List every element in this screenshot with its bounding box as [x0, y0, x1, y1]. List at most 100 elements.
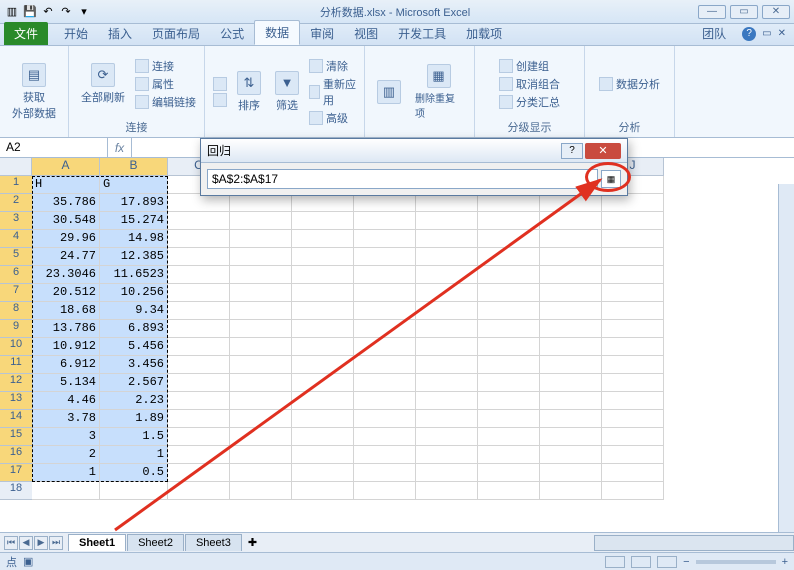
close-button[interactable]: ✕	[762, 5, 790, 19]
cell-J8[interactable]	[602, 302, 664, 320]
cell-I2[interactable]	[540, 194, 602, 212]
cell-F11[interactable]	[354, 356, 416, 374]
remove-duplicates-button[interactable]: ▦删除重复项	[411, 62, 466, 122]
row-header-2[interactable]: 2	[0, 194, 32, 212]
cell-C7[interactable]	[168, 284, 230, 302]
cell-D13[interactable]	[230, 392, 292, 410]
cell-G8[interactable]	[416, 302, 478, 320]
cell-G7[interactable]	[416, 284, 478, 302]
cell-D17[interactable]	[230, 464, 292, 482]
cell-I18[interactable]	[540, 482, 602, 500]
cell-I10[interactable]	[540, 338, 602, 356]
cell-F16[interactable]	[354, 446, 416, 464]
cell-E11[interactable]	[292, 356, 354, 374]
cell-E4[interactable]	[292, 230, 354, 248]
maximize-button[interactable]: ▭	[730, 5, 758, 19]
cell-G12[interactable]	[416, 374, 478, 392]
tab-data[interactable]: 数据	[254, 20, 300, 45]
cell-A5[interactable]: 24.77	[32, 248, 100, 266]
cell-D2[interactable]	[230, 194, 292, 212]
cell-C12[interactable]	[168, 374, 230, 392]
cell-A13[interactable]: 4.46	[32, 392, 100, 410]
cell-E10[interactable]	[292, 338, 354, 356]
cell-A3[interactable]: 30.548	[32, 212, 100, 230]
sheet-nav-first[interactable]: ⏮	[4, 536, 18, 550]
cell-B13[interactable]: 2.23	[100, 392, 168, 410]
cell-B16[interactable]: 1	[100, 446, 168, 464]
cell-H7[interactable]	[478, 284, 540, 302]
cell-D16[interactable]	[230, 446, 292, 464]
cell-B4[interactable]: 14.98	[100, 230, 168, 248]
cell-C4[interactable]	[168, 230, 230, 248]
cell-H13[interactable]	[478, 392, 540, 410]
cell-A2[interactable]: 35.786	[32, 194, 100, 212]
redo-icon[interactable]: ↷	[58, 4, 74, 20]
cell-I8[interactable]	[540, 302, 602, 320]
row-header-14[interactable]: 14	[0, 410, 32, 428]
help-icon[interactable]: ?	[742, 27, 756, 41]
cell-H6[interactable]	[478, 266, 540, 284]
cell-E3[interactable]	[292, 212, 354, 230]
sheet-nav-prev[interactable]: ◀	[19, 536, 33, 550]
sheet-tab-1[interactable]: Sheet1	[68, 534, 126, 551]
cell-B9[interactable]: 6.893	[100, 320, 168, 338]
cell-B15[interactable]: 1.5	[100, 428, 168, 446]
row-header-11[interactable]: 11	[0, 356, 32, 374]
cell-I13[interactable]	[540, 392, 602, 410]
cell-C8[interactable]	[168, 302, 230, 320]
sheet-nav-next[interactable]: ▶	[34, 536, 48, 550]
row-header-16[interactable]: 16	[0, 446, 32, 464]
cell-F5[interactable]	[354, 248, 416, 266]
cell-B7[interactable]: 10.256	[100, 284, 168, 302]
sheet-tab-3[interactable]: Sheet3	[185, 534, 242, 551]
reapply-button[interactable]: 重新应用	[309, 76, 356, 108]
cell-I15[interactable]	[540, 428, 602, 446]
tab-page-layout[interactable]: 页面布局	[142, 22, 210, 45]
zoom-in-button[interactable]: +	[782, 556, 788, 568]
cell-H17[interactable]	[478, 464, 540, 482]
sort-asc-button[interactable]	[213, 77, 227, 91]
cell-I7[interactable]	[540, 284, 602, 302]
cell-A6[interactable]: 23.3046	[32, 266, 100, 284]
horizontal-scrollbar[interactable]	[594, 535, 794, 551]
sheet-nav-last[interactable]: ⏭	[49, 536, 63, 550]
row-header-9[interactable]: 9	[0, 320, 32, 338]
cell-E5[interactable]	[292, 248, 354, 266]
cell-B18[interactable]	[100, 482, 168, 500]
cell-H14[interactable]	[478, 410, 540, 428]
edit-links-button[interactable]: 编辑链接	[135, 94, 196, 110]
cell-H3[interactable]	[478, 212, 540, 230]
row-header-13[interactable]: 13	[0, 392, 32, 410]
cell-C2[interactable]	[168, 194, 230, 212]
dialog-help-button[interactable]: ?	[561, 143, 583, 159]
cell-A10[interactable]: 10.912	[32, 338, 100, 356]
cell-B12[interactable]: 2.567	[100, 374, 168, 392]
row-header-18[interactable]: 18	[0, 482, 32, 500]
cell-G11[interactable]	[416, 356, 478, 374]
cell-E17[interactable]	[292, 464, 354, 482]
cell-B14[interactable]: 1.89	[100, 410, 168, 428]
cell-G2[interactable]	[416, 194, 478, 212]
cell-J12[interactable]	[602, 374, 664, 392]
cell-D5[interactable]	[230, 248, 292, 266]
range-input[interactable]	[207, 169, 598, 189]
cell-C17[interactable]	[168, 464, 230, 482]
row-header-10[interactable]: 10	[0, 338, 32, 356]
cell-E18[interactable]	[292, 482, 354, 500]
cell-F18[interactable]	[354, 482, 416, 500]
cell-J2[interactable]	[602, 194, 664, 212]
cell-F3[interactable]	[354, 212, 416, 230]
cell-I14[interactable]	[540, 410, 602, 428]
zoom-out-button[interactable]: −	[683, 556, 689, 568]
cell-I12[interactable]	[540, 374, 602, 392]
undo-icon[interactable]: ↶	[40, 4, 56, 20]
cell-H8[interactable]	[478, 302, 540, 320]
cell-G4[interactable]	[416, 230, 478, 248]
connections-button[interactable]: 连接	[135, 58, 196, 74]
cell-B8[interactable]: 9.34	[100, 302, 168, 320]
cell-D10[interactable]	[230, 338, 292, 356]
tab-developer[interactable]: 开发工具	[388, 22, 456, 45]
cell-E6[interactable]	[292, 266, 354, 284]
cell-G6[interactable]	[416, 266, 478, 284]
tab-home[interactable]: 开始	[54, 22, 98, 45]
